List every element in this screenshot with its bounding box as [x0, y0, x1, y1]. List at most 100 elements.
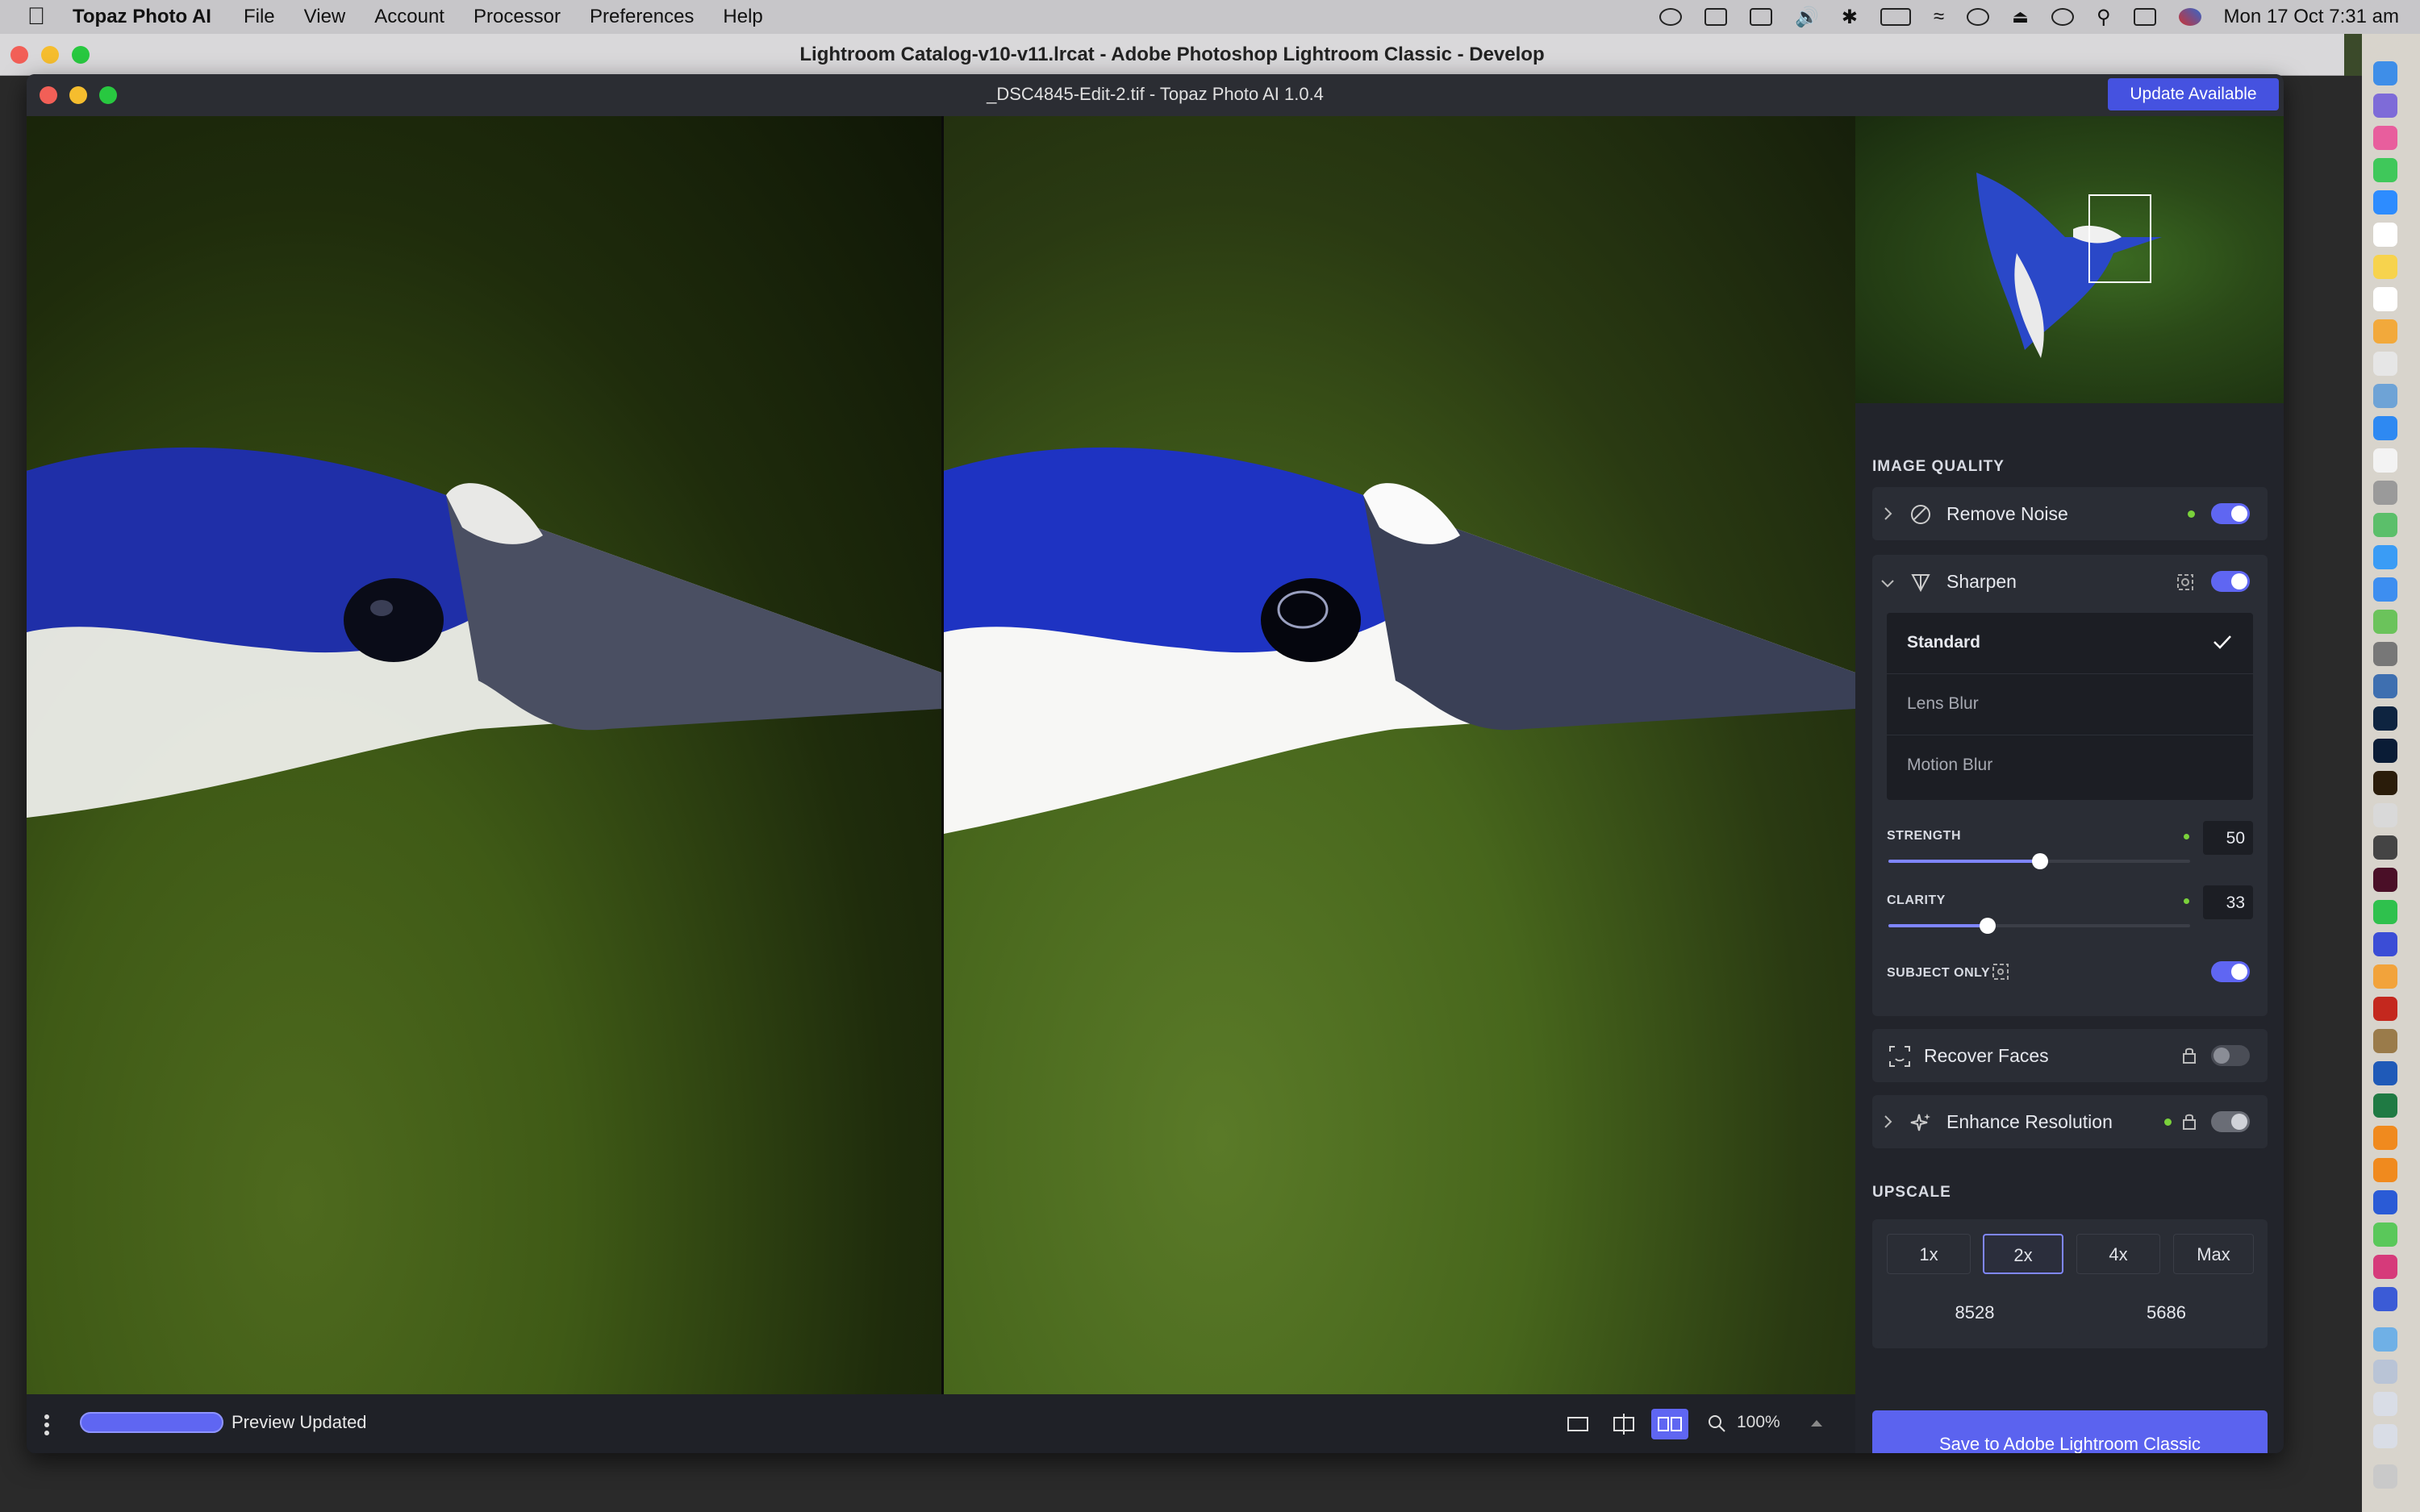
enhance-resolution-toggle[interactable] — [2211, 1111, 2250, 1132]
recover-faces-toggle[interactable] — [2211, 1045, 2250, 1066]
search-icon[interactable]: ⚲ — [2097, 6, 2111, 29]
photoshop-icon[interactable] — [2373, 739, 2397, 763]
subject-only-toggle[interactable] — [2211, 961, 2250, 982]
chrome-icon[interactable] — [2373, 803, 2397, 827]
messages-2-icon[interactable] — [2373, 1223, 2397, 1247]
display-icon[interactable] — [1750, 8, 1772, 26]
notes-icon[interactable] — [2373, 255, 2397, 279]
menu-file[interactable]: File — [244, 6, 275, 28]
instagram-icon[interactable] — [2373, 1255, 2397, 1279]
vlc-icon[interactable] — [2373, 1126, 2397, 1150]
trash-icon[interactable] — [2373, 1464, 2397, 1489]
app-store-icon[interactable] — [2373, 416, 2397, 440]
app-name-menu[interactable]: Topaz Photo AI — [73, 6, 211, 28]
subject-detect-icon[interactable] — [2176, 573, 2195, 592]
mail-icon[interactable] — [2373, 577, 2397, 602]
app-m-icon[interactable] — [2373, 835, 2397, 860]
reminders-icon[interactable] — [2373, 287, 2397, 311]
siri-icon[interactable] — [2178, 8, 2201, 26]
clarity-value-input[interactable]: 33 — [2203, 885, 2253, 919]
menubar-clock[interactable]: Mon 17 Oct 7:31 am — [2224, 6, 2399, 28]
screenshots-icon[interactable] — [2373, 1424, 2397, 1448]
height-input[interactable]: 5686 — [2079, 1290, 2254, 1335]
chevron-down-icon[interactable] — [1880, 579, 1895, 589]
lightroom-classic-icon[interactable] — [2373, 706, 2397, 731]
menu-view[interactable]: View — [304, 6, 346, 28]
maps-icon[interactable] — [2373, 513, 2397, 537]
system-settings-icon[interactable] — [2373, 481, 2397, 505]
strength-value-input[interactable]: 50 — [2203, 821, 2253, 855]
zoom-menu-arrow-icon[interactable] — [1809, 1418, 1824, 1428]
more-options-icon[interactable] — [43, 1414, 51, 1436]
folder-icon[interactable] — [2373, 1327, 2397, 1352]
enhance-resolution-card[interactable]: Enhance Resolution — [1872, 1095, 2268, 1148]
preview-icon[interactable] — [2373, 384, 2397, 408]
downloads-icon[interactable] — [2373, 1360, 2397, 1384]
pencil-app-icon[interactable] — [2373, 964, 2397, 989]
remove-noise-toggle[interactable] — [2211, 503, 2250, 524]
upscale-4x-button[interactable]: 4x — [2076, 1234, 2160, 1274]
menu-account[interactable]: Account — [374, 6, 444, 28]
mode-motion-blur[interactable]: Motion Blur — [1887, 735, 2253, 797]
creative-cloud-icon[interactable] — [1659, 8, 1682, 26]
bluetooth-icon[interactable]: ✱ — [1842, 6, 1858, 29]
menu-preferences[interactable]: Preferences — [590, 6, 694, 28]
disk-utility-icon[interactable] — [2373, 642, 2397, 666]
bridge-icon[interactable] — [2373, 771, 2397, 795]
side-by-side-view-button[interactable] — [1651, 1409, 1688, 1439]
chevron-right-icon[interactable] — [1884, 506, 1893, 521]
apple-menu-icon[interactable]:  — [0, 3, 73, 31]
contacts-icon[interactable] — [2373, 352, 2397, 376]
split-view-button[interactable] — [1605, 1409, 1642, 1439]
acrobat-icon[interactable] — [2373, 997, 2397, 1021]
word-icon[interactable] — [2373, 1061, 2397, 1085]
remove-noise-card[interactable]: Remove Noise — [1872, 487, 2268, 540]
calendar-icon[interactable] — [2373, 223, 2397, 247]
star-app-icon[interactable] — [2373, 932, 2397, 956]
documents-icon[interactable] — [2373, 1392, 2397, 1416]
finder-icon[interactable] — [2373, 61, 2397, 85]
upscale-1x-button[interactable]: 1x — [1887, 1234, 1971, 1274]
messages-icon[interactable] — [2373, 158, 2397, 182]
shield-app-icon[interactable] — [2373, 1287, 2397, 1311]
clarity-slider-handle[interactable] — [1980, 918, 1996, 934]
books-icon[interactable] — [2373, 1158, 2397, 1182]
menu-processor[interactable]: Processor — [474, 6, 561, 28]
zoom-icon[interactable] — [2373, 190, 2397, 215]
window-icon[interactable] — [1704, 8, 1727, 26]
battery-icon[interactable] — [1880, 8, 1911, 26]
volume-icon[interactable]: 🔊 — [1795, 6, 1819, 29]
upscale-2x-button[interactable]: 2x — [1983, 1234, 2063, 1274]
maps-2-icon[interactable] — [2373, 610, 2397, 634]
clarity-slider[interactable] — [1888, 918, 2190, 934]
navigator-viewport-box[interactable] — [2088, 194, 2151, 283]
sharpen-toggle[interactable] — [2211, 571, 2250, 592]
user-icon[interactable] — [1967, 8, 1990, 26]
zoom-icon[interactable] — [1707, 1414, 1728, 1435]
navigator-thumbnail[interactable] — [1855, 116, 2284, 403]
chevron-right-icon[interactable] — [1884, 1114, 1893, 1129]
upscale-max-button[interactable]: Max — [2173, 1234, 2254, 1274]
wifi-icon[interactable]: ≈ — [1934, 6, 1944, 28]
control-center-icon[interactable] — [2133, 8, 2156, 26]
excel-icon[interactable] — [2373, 1093, 2397, 1118]
launchpad-icon[interactable] — [2373, 94, 2397, 118]
width-input[interactable]: 8528 — [1887, 1290, 2063, 1335]
whatsapp-icon[interactable] — [2373, 900, 2397, 924]
stack-app-icon[interactable] — [2373, 1190, 2397, 1214]
photos-app-icon[interactable] — [2373, 319, 2397, 344]
single-view-button[interactable] — [1559, 1409, 1596, 1439]
paint-app-icon[interactable] — [2373, 1029, 2397, 1053]
pages-icon[interactable] — [2373, 448, 2397, 473]
recover-faces-card[interactable]: Recover Faces — [1872, 1029, 2268, 1082]
safari-icon[interactable] — [2373, 545, 2397, 569]
strength-slider[interactable] — [1888, 853, 2190, 869]
eject-icon[interactable]: ⏏ — [2012, 6, 2029, 27]
mode-lens-blur[interactable]: Lens Blur — [1887, 674, 2253, 735]
quicktime-icon[interactable] — [2373, 674, 2397, 698]
mode-standard[interactable]: Standard — [1887, 613, 2253, 674]
zoom-level[interactable]: 100% — [1737, 1413, 1780, 1432]
save-to-lightroom-button[interactable]: Save to Adobe Lightroom Classic — [1872, 1410, 2268, 1453]
strength-slider-handle[interactable] — [2032, 853, 2048, 869]
time-machine-icon[interactable] — [2051, 8, 2074, 26]
